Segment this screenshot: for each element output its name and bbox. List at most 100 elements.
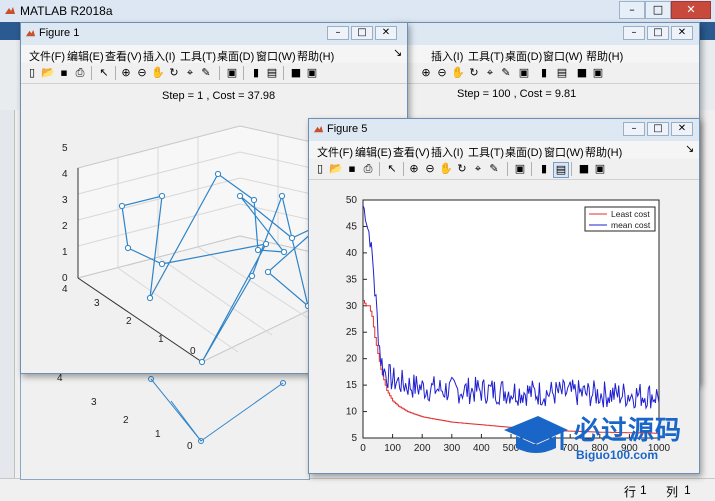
close-button[interactable]: ✕ <box>671 1 711 19</box>
show-plot-tools-icon[interactable]: ▣ <box>593 162 607 176</box>
maximize-button[interactable]: □ <box>647 122 669 136</box>
menu-window[interactable]: 窗口(W) <box>543 48 583 64</box>
minimize-button[interactable]: – <box>619 1 645 19</box>
save-icon[interactable]: ▪ <box>345 162 359 176</box>
rotate-icon[interactable]: ↻ <box>455 162 469 176</box>
zoom-in-icon[interactable]: ⊕ <box>419 66 433 80</box>
print-icon[interactable]: ⎙ <box>73 66 87 80</box>
status-bar: 行 1 列 1 <box>0 478 715 501</box>
menu-tools[interactable]: 工具(T) <box>468 144 504 160</box>
maximize-button[interactable]: □ <box>647 26 669 40</box>
menu-window[interactable]: 窗口(W) <box>544 144 584 160</box>
close-button[interactable]: ✕ <box>375 26 397 40</box>
data-cursor-icon[interactable]: ⌖ <box>483 66 497 80</box>
close-button[interactable]: ✕ <box>671 122 693 136</box>
menu-edit[interactable]: 编辑(E) <box>67 48 104 64</box>
x-tick-label: 100 <box>384 443 401 454</box>
menu-help[interactable]: 帮助(H) <box>586 48 623 64</box>
menu-desktop[interactable]: 桌面(D) <box>505 144 542 160</box>
toolbar-separator <box>243 66 244 80</box>
toolbar-separator <box>571 162 572 176</box>
hide-plot-tools-icon[interactable]: ■ <box>577 162 591 176</box>
plot-title: Step = 100 , Cost = 9.81 <box>457 88 577 100</box>
path-line <box>170 400 202 442</box>
link-plot-icon[interactable]: ▣ <box>513 162 527 176</box>
legend-icon[interactable]: ▤ <box>553 162 569 178</box>
menu-insert[interactable]: 插入(I) <box>431 144 463 160</box>
pan-icon[interactable]: ✋ <box>439 162 453 176</box>
y-tick-label: 35 <box>346 274 358 285</box>
colorbar-icon[interactable]: ▮ <box>249 66 263 80</box>
menu-desktop[interactable]: 桌面(D) <box>217 48 254 64</box>
menu-help[interactable]: 帮助(H) <box>297 48 334 64</box>
toolbar-separator <box>379 162 380 176</box>
toolbar-separator <box>219 66 220 80</box>
zoom-in-icon[interactable]: ⊕ <box>119 66 133 80</box>
show-plot-tools-icon[interactable]: ▣ <box>305 66 319 80</box>
data-cursor-icon[interactable]: ⌖ <box>471 162 485 176</box>
menu-view[interactable]: 查看(V) <box>393 144 430 160</box>
link-plot-icon[interactable]: ▣ <box>225 66 239 80</box>
main-titlebar: MATLAB R2018a – □ ✕ <box>0 0 715 22</box>
rotate-icon[interactable]: ↻ <box>167 66 181 80</box>
show-plot-tools-icon[interactable]: ▣ <box>591 66 605 80</box>
y-tick: 3 <box>91 397 97 408</box>
menu-help[interactable]: 帮助(H) <box>585 144 622 160</box>
figure-titlebar: Figure 5 – □ ✕ <box>309 119 699 141</box>
menu-desktop[interactable]: 桌面(D) <box>505 48 542 64</box>
zoom-out-icon[interactable]: ⊖ <box>423 162 437 176</box>
hide-plot-tools-icon[interactable]: ■ <box>575 66 589 80</box>
print-icon[interactable]: ⎙ <box>361 162 375 176</box>
zoom-out-icon[interactable]: ⊖ <box>135 66 149 80</box>
close-button[interactable]: ✕ <box>671 26 693 40</box>
new-figure-icon[interactable]: ▯ <box>313 162 327 176</box>
edit-plot-icon[interactable]: ↖ <box>97 66 111 80</box>
zoom-in-icon[interactable]: ⊕ <box>407 162 421 176</box>
menu-insert[interactable]: 插入(I) <box>143 48 175 64</box>
legend-icon[interactable]: ▤ <box>555 66 569 80</box>
row-value: 1 <box>640 483 647 497</box>
menu-file[interactable]: 文件(F) <box>29 48 65 64</box>
menu-insert[interactable]: 插入(I) <box>431 48 463 64</box>
menu-view[interactable]: 查看(V) <box>105 48 142 64</box>
data-cursor-icon[interactable]: ⌖ <box>183 66 197 80</box>
menu-file[interactable]: 文件(F) <box>317 144 353 160</box>
legend-label: Least cost <box>611 209 650 219</box>
link-plot-icon[interactable]: ▣ <box>517 66 531 80</box>
open-file-icon[interactable]: 📂 <box>329 162 343 176</box>
menu-tools[interactable]: 工具(T) <box>468 48 504 64</box>
figure-toolbar: ▯ 📂 ▪ ⎙ ↖ ⊕ ⊖ ✋ ↻ ⌖ ✎ ▣ ▮ ▤ ■ ▣ <box>309 159 699 180</box>
figure-menubar: 文件(F) 编辑(E) 查看(V) 插入(I) 工具(T) 桌面(D) 窗口(W… <box>309 141 699 159</box>
minimize-button[interactable]: – <box>623 26 645 40</box>
open-file-icon[interactable]: 📂 <box>41 66 55 80</box>
legend-icon[interactable]: ▤ <box>265 66 279 80</box>
colorbar-icon[interactable]: ▮ <box>537 66 551 80</box>
edit-plot-icon[interactable]: ↖ <box>385 162 399 176</box>
maximize-button[interactable]: □ <box>351 26 373 40</box>
graduation-cap-icon <box>504 416 568 453</box>
hide-plot-tools-icon[interactable]: ■ <box>289 66 303 80</box>
brush-icon[interactable]: ✎ <box>499 66 513 80</box>
menu-window[interactable]: 窗口(W) <box>256 48 296 64</box>
pan-icon[interactable]: ✋ <box>451 66 465 80</box>
y-tick: 2 <box>123 415 129 426</box>
dock-arrow-icon[interactable]: ↘ <box>685 142 694 155</box>
menu-edit[interactable]: 编辑(E) <box>355 144 392 160</box>
new-figure-icon[interactable]: ▯ <box>25 66 39 80</box>
maximize-button[interactable]: □ <box>645 1 671 19</box>
dock-arrow-icon[interactable]: ↘ <box>393 46 402 59</box>
rotate-icon[interactable]: ↻ <box>467 66 481 80</box>
figure-lower-panel: 4 3 2 1 0 <box>20 370 310 480</box>
brush-icon[interactable]: ✎ <box>487 162 501 176</box>
minimize-button[interactable]: – <box>327 26 349 40</box>
minimize-button[interactable]: – <box>623 122 645 136</box>
brush-icon[interactable]: ✎ <box>199 66 213 80</box>
colorbar-icon[interactable]: ▮ <box>537 162 551 176</box>
z-tick: 3 <box>62 195 68 206</box>
figure-menubar: 插入(I) 工具(T) 桌面(D) 窗口(W) 帮助(H) <box>391 45 699 63</box>
pan-icon[interactable]: ✋ <box>151 66 165 80</box>
save-icon[interactable]: ▪ <box>57 66 71 80</box>
figure-toolbar: ⊕ ⊖ ✋ ↻ ⌖ ✎ ▣ ▮ ▤ ■ ▣ <box>391 63 699 84</box>
menu-tools[interactable]: 工具(T) <box>180 48 216 64</box>
zoom-out-icon[interactable]: ⊖ <box>435 66 449 80</box>
